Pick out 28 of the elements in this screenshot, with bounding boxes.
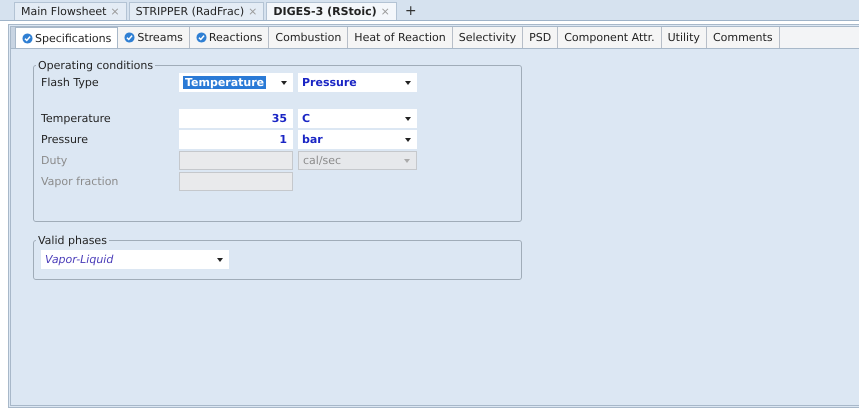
caret-icon	[217, 258, 223, 262]
tab[interactable]: Utility	[662, 27, 707, 48]
field-label: Flash Type	[41, 76, 100, 89]
field-label: Temperature	[41, 112, 112, 125]
caret-icon	[405, 80, 411, 84]
input-field[interactable]: 1	[179, 130, 293, 149]
unit-dropdown[interactable]: C	[298, 109, 417, 128]
add-tab-button[interactable]: +	[398, 2, 423, 20]
field-label: Vapor fraction	[41, 175, 120, 188]
dropdown[interactable]: Temperature	[179, 73, 293, 92]
document-tab[interactable]: Main Flowsheet ×	[14, 2, 127, 20]
input-field[interactable]: 35	[179, 109, 293, 128]
document-tab[interactable]: DIGES-3 (RStoic) ×	[266, 2, 397, 20]
caret-icon	[405, 138, 411, 142]
caret-icon	[404, 158, 410, 162]
unit-dropdown[interactable]: bar	[298, 130, 417, 149]
field-label: Pressure	[41, 133, 89, 146]
input-field[interactable]	[179, 172, 293, 191]
group-title: Valid phases	[37, 234, 108, 247]
document-tab[interactable]: STRIPPER (RadFrac) ×	[128, 2, 264, 20]
caret-icon	[405, 116, 411, 120]
dropdown[interactable]: Pressure	[298, 73, 417, 92]
tab[interactable]: Specifications	[15, 27, 118, 48]
group-title: Operating conditions	[37, 59, 154, 72]
dropdown[interactable]: Vapor-Liquid	[41, 250, 229, 269]
field-label: Duty	[41, 154, 68, 167]
input-field[interactable]	[179, 151, 293, 170]
caret-icon	[281, 80, 287, 84]
